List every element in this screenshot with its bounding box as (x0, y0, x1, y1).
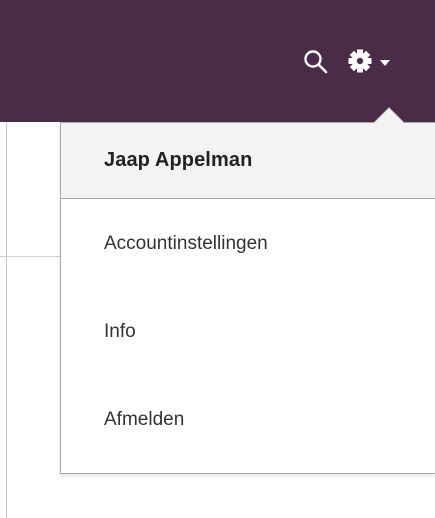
dropdown-pointer (374, 108, 404, 123)
user-name: Jaap Appelman (104, 149, 253, 171)
menu-item-sign-out[interactable]: Afmelden (61, 376, 435, 464)
top-navigation-bar (0, 0, 435, 122)
menu-item-account-settings[interactable]: Accountinstellingen (61, 200, 435, 288)
settings-menu-button[interactable] (346, 48, 396, 76)
menu-item-label: Accountinstellingen (104, 233, 268, 254)
menu-item-label: Info (104, 321, 136, 342)
content-divider (0, 256, 60, 257)
dropdown-user-header: Jaap Appelman (61, 123, 435, 199)
menu-item-label: Afmelden (104, 409, 185, 430)
search-icon (304, 50, 328, 74)
page: Jaap Appelman Accountinstellingen Info A… (0, 0, 435, 518)
caret-down-icon (380, 60, 390, 66)
account-dropdown-menu: Jaap Appelman Accountinstellingen Info A… (60, 122, 435, 474)
content-left-border (6, 122, 7, 518)
gear-icon (348, 49, 372, 73)
search-button[interactable] (302, 48, 330, 76)
menu-item-info[interactable]: Info (61, 288, 435, 376)
